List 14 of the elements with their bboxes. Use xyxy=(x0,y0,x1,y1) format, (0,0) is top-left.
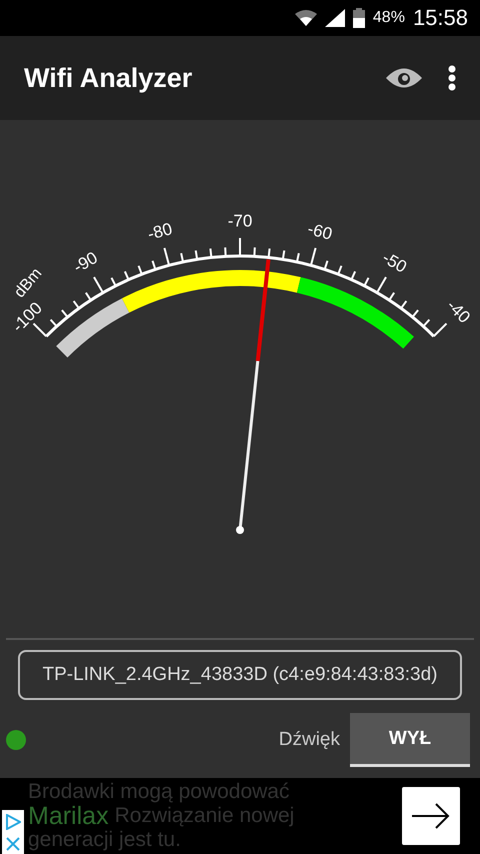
scale-label: -40 xyxy=(443,296,474,327)
scale-label: -100 xyxy=(8,298,46,336)
app-title: Wifi Analyzer xyxy=(24,62,194,94)
sound-toggle[interactable]: WYŁ xyxy=(350,713,470,767)
network-field[interactable]: TP-LINK_2.4GHz_43833D (c4:e9:84:43:83:3d) xyxy=(18,650,462,700)
scale-label: -70 xyxy=(228,211,252,230)
scale-label: -50 xyxy=(379,248,410,277)
scale-label: -60 xyxy=(306,219,334,244)
ad-brand: Marilax xyxy=(28,804,109,828)
clock: 15:58 xyxy=(412,5,468,31)
scale-label: -80 xyxy=(146,219,174,244)
battery-percent: 48% xyxy=(372,9,405,27)
sound-label: Dźwięk xyxy=(278,729,340,751)
scale-label: -90 xyxy=(70,248,101,277)
